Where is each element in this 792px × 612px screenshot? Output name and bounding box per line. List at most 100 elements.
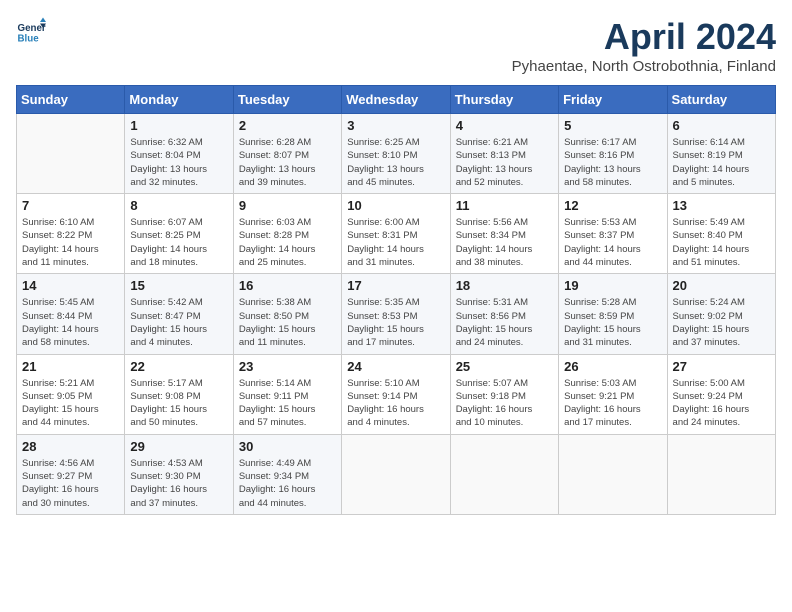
day-number: 20 <box>673 278 770 293</box>
week-row-4: 28 Sunrise: 4:56 AM Sunset: 9:27 PM Dayli… <box>17 434 776 514</box>
week-row-3: 21 Sunrise: 5:21 AM Sunset: 9:05 PM Dayli… <box>17 354 776 434</box>
day-info: Sunrise: 5:28 AM Sunset: 8:59 PM Dayligh… <box>564 296 661 349</box>
day-cell <box>559 434 667 514</box>
page-header: General Blue April 2024 Pyhaentae, North… <box>16 16 776 75</box>
day-cell: 17 Sunrise: 5:35 AM Sunset: 8:53 PM Dayli… <box>342 274 450 354</box>
day-number: 11 <box>456 198 553 213</box>
day-number: 12 <box>564 198 661 213</box>
header-wednesday: Wednesday <box>342 86 450 114</box>
day-info: Sunrise: 5:21 AM Sunset: 9:05 PM Dayligh… <box>22 377 119 430</box>
day-cell: 23 Sunrise: 5:14 AM Sunset: 9:11 PM Dayli… <box>233 354 341 434</box>
day-cell: 1 Sunrise: 6:32 AM Sunset: 8:04 PM Daylig… <box>125 114 233 194</box>
day-cell: 22Sunrise: 5:17 AM Sunset: 9:08 PM Dayli… <box>125 354 233 434</box>
day-cell: 5Sunrise: 6:17 AM Sunset: 8:16 PM Daylig… <box>559 114 667 194</box>
day-number: 1 <box>130 118 227 133</box>
header-friday: Friday <box>559 86 667 114</box>
day-info: Sunrise: 6:32 AM Sunset: 8:04 PM Dayligh… <box>130 136 227 189</box>
header-sunday: Sunday <box>17 86 125 114</box>
day-info: Sunrise: 5:31 AM Sunset: 8:56 PM Dayligh… <box>456 296 553 349</box>
header-monday: Monday <box>125 86 233 114</box>
day-cell: 8 Sunrise: 6:07 AM Sunset: 8:25 PM Daylig… <box>125 194 233 274</box>
logo: General Blue <box>16 16 50 46</box>
day-info: Sunrise: 6:14 AM Sunset: 8:19 PM Dayligh… <box>673 136 770 189</box>
day-info: Sunrise: 5:38 AM Sunset: 8:50 PM Dayligh… <box>239 296 336 349</box>
day-number: 26 <box>564 359 661 374</box>
day-info: Sunrise: 4:53 AM Sunset: 9:30 PM Dayligh… <box>130 457 227 510</box>
day-number: 27 <box>673 359 770 374</box>
day-number: 21 <box>22 359 119 374</box>
day-cell: 2Sunrise: 6:28 AM Sunset: 8:07 PM Daylig… <box>233 114 341 194</box>
logo-icon: General Blue <box>16 16 46 46</box>
day-info: Sunrise: 5:14 AM Sunset: 9:11 PM Dayligh… <box>239 377 336 430</box>
month-title: April 2024 <box>512 16 776 58</box>
day-cell: 16 Sunrise: 5:38 AM Sunset: 8:50 PM Dayli… <box>233 274 341 354</box>
week-row-2: 14 Sunrise: 5:45 AM Sunset: 8:44 PM Dayli… <box>17 274 776 354</box>
day-info: Sunrise: 5:35 AM Sunset: 8:53 PM Dayligh… <box>347 296 444 349</box>
day-cell: 6 Sunrise: 6:14 AM Sunset: 8:19 PM Daylig… <box>667 114 775 194</box>
day-cell: 20 Sunrise: 5:24 AM Sunset: 9:02 PM Dayli… <box>667 274 775 354</box>
day-info: Sunrise: 5:07 AM Sunset: 9:18 PM Dayligh… <box>456 377 553 430</box>
day-number: 5 <box>564 118 661 133</box>
day-cell: 28 Sunrise: 4:56 AM Sunset: 9:27 PM Dayli… <box>17 434 125 514</box>
header-row: Sunday Monday Tuesday Wednesday Thursday… <box>17 86 776 114</box>
day-number: 17 <box>347 278 444 293</box>
location-subtitle: Pyhaentae, North Ostrobothnia, Finland <box>512 58 776 75</box>
title-block: April 2024 Pyhaentae, North Ostrobothnia… <box>512 16 776 75</box>
day-info: Sunrise: 5:42 AM Sunset: 8:47 PM Dayligh… <box>130 296 227 349</box>
day-info: Sunrise: 5:10 AM Sunset: 9:14 PM Dayligh… <box>347 377 444 430</box>
calendar-header: Sunday Monday Tuesday Wednesday Thursday… <box>17 86 776 114</box>
day-cell: 30 Sunrise: 4:49 AM Sunset: 9:34 PM Dayli… <box>233 434 341 514</box>
day-info: Sunrise: 5:45 AM Sunset: 8:44 PM Dayligh… <box>22 296 119 349</box>
day-cell: 14 Sunrise: 5:45 AM Sunset: 8:44 PM Dayli… <box>17 274 125 354</box>
day-number: 14 <box>22 278 119 293</box>
calendar-table: Sunday Monday Tuesday Wednesday Thursday… <box>16 85 776 515</box>
day-cell: 3 Sunrise: 6:25 AM Sunset: 8:10 PM Daylig… <box>342 114 450 194</box>
day-cell: 19 Sunrise: 5:28 AM Sunset: 8:59 PM Dayli… <box>559 274 667 354</box>
day-cell: 9Sunrise: 6:03 AM Sunset: 8:28 PM Daylig… <box>233 194 341 274</box>
day-info: Sunrise: 6:21 AM Sunset: 8:13 PM Dayligh… <box>456 136 553 189</box>
calendar-body: 1 Sunrise: 6:32 AM Sunset: 8:04 PM Daylig… <box>17 114 776 515</box>
day-info: Sunrise: 4:49 AM Sunset: 9:34 PM Dayligh… <box>239 457 336 510</box>
day-number: 4 <box>456 118 553 133</box>
day-number: 23 <box>239 359 336 374</box>
day-info: Sunrise: 6:28 AM Sunset: 8:07 PM Dayligh… <box>239 136 336 189</box>
week-row-1: 7 Sunrise: 6:10 AM Sunset: 8:22 PM Daylig… <box>17 194 776 274</box>
day-cell: 15 Sunrise: 5:42 AM Sunset: 8:47 PM Dayli… <box>125 274 233 354</box>
header-tuesday: Tuesday <box>233 86 341 114</box>
day-info: Sunrise: 5:56 AM Sunset: 8:34 PM Dayligh… <box>456 216 553 269</box>
day-cell <box>17 114 125 194</box>
day-info: Sunrise: 6:25 AM Sunset: 8:10 PM Dayligh… <box>347 136 444 189</box>
day-number: 9 <box>239 198 336 213</box>
day-number: 24 <box>347 359 444 374</box>
day-number: 8 <box>130 198 227 213</box>
day-info: Sunrise: 4:56 AM Sunset: 9:27 PM Dayligh… <box>22 457 119 510</box>
day-info: Sunrise: 5:49 AM Sunset: 8:40 PM Dayligh… <box>673 216 770 269</box>
day-info: Sunrise: 5:03 AM Sunset: 9:21 PM Dayligh… <box>564 377 661 430</box>
day-info: Sunrise: 5:00 AM Sunset: 9:24 PM Dayligh… <box>673 377 770 430</box>
day-number: 25 <box>456 359 553 374</box>
day-cell: 27 Sunrise: 5:00 AM Sunset: 9:24 PM Dayli… <box>667 354 775 434</box>
day-cell <box>342 434 450 514</box>
day-number: 3 <box>347 118 444 133</box>
day-number: 16 <box>239 278 336 293</box>
day-info: Sunrise: 6:10 AM Sunset: 8:22 PM Dayligh… <box>22 216 119 269</box>
day-number: 29 <box>130 439 227 454</box>
day-cell: 4 Sunrise: 6:21 AM Sunset: 8:13 PM Daylig… <box>450 114 558 194</box>
day-number: 19 <box>564 278 661 293</box>
day-info: Sunrise: 5:17 AM Sunset: 9:08 PM Dayligh… <box>130 377 227 430</box>
day-cell: 25 Sunrise: 5:07 AM Sunset: 9:18 PM Dayli… <box>450 354 558 434</box>
day-cell: 12Sunrise: 5:53 AM Sunset: 8:37 PM Dayli… <box>559 194 667 274</box>
day-cell: 26 Sunrise: 5:03 AM Sunset: 9:21 PM Dayli… <box>559 354 667 434</box>
day-cell: 29 Sunrise: 4:53 AM Sunset: 9:30 PM Dayli… <box>125 434 233 514</box>
day-number: 7 <box>22 198 119 213</box>
day-cell: 13 Sunrise: 5:49 AM Sunset: 8:40 PM Dayli… <box>667 194 775 274</box>
day-number: 15 <box>130 278 227 293</box>
day-number: 30 <box>239 439 336 454</box>
day-cell: 18 Sunrise: 5:31 AM Sunset: 8:56 PM Dayli… <box>450 274 558 354</box>
day-number: 13 <box>673 198 770 213</box>
day-number: 28 <box>22 439 119 454</box>
day-number: 6 <box>673 118 770 133</box>
day-info: Sunrise: 5:24 AM Sunset: 9:02 PM Dayligh… <box>673 296 770 349</box>
day-number: 18 <box>456 278 553 293</box>
day-info: Sunrise: 6:07 AM Sunset: 8:25 PM Dayligh… <box>130 216 227 269</box>
